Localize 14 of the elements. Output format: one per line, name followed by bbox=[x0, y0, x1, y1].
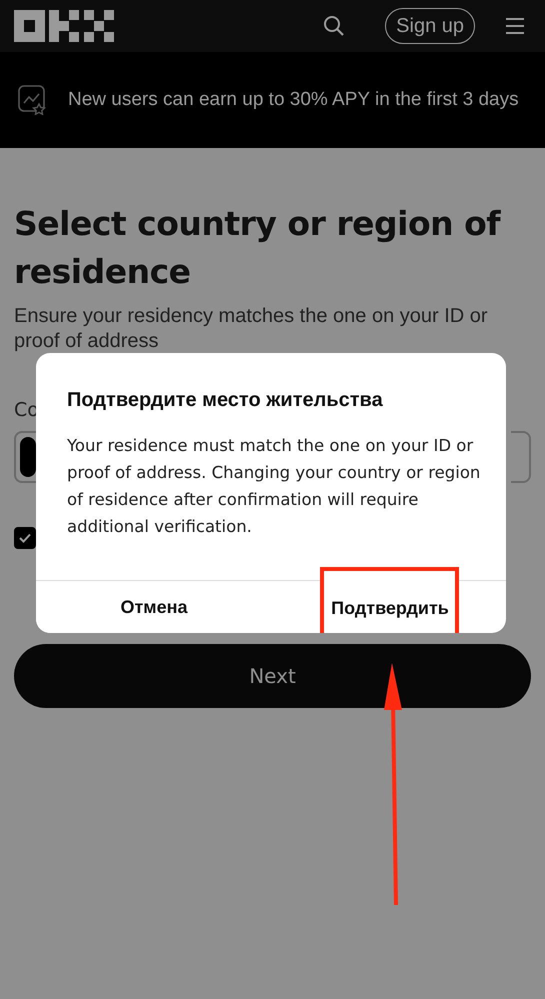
next-button[interactable]: Next bbox=[14, 644, 531, 708]
agree-checkbox[interactable] bbox=[14, 527, 36, 549]
check-icon bbox=[18, 531, 32, 545]
page-subtitle: Ensure your residency matches the one on your ID or proof of address bbox=[14, 304, 489, 354]
search-icon[interactable] bbox=[323, 15, 346, 37]
flag-icon bbox=[20, 437, 36, 477]
dialog-title: Подтвердите место жительства bbox=[67, 389, 384, 412]
sign-up-button[interactable]: Sign up bbox=[385, 8, 475, 44]
confirm-button[interactable]: Подтвердить bbox=[320, 567, 459, 633]
dialog-message: Your residence must match the one on your ID or proof of address. Changing your country or region of residence after confirmation will require additional verification. bbox=[67, 435, 482, 538]
promo-text: New users can earn up to 30% APY in the first 3 days bbox=[68, 89, 519, 111]
field-end bbox=[511, 431, 531, 483]
page-title: Select country or region of residence bbox=[14, 203, 502, 293]
menu-icon[interactable] bbox=[505, 17, 525, 35]
